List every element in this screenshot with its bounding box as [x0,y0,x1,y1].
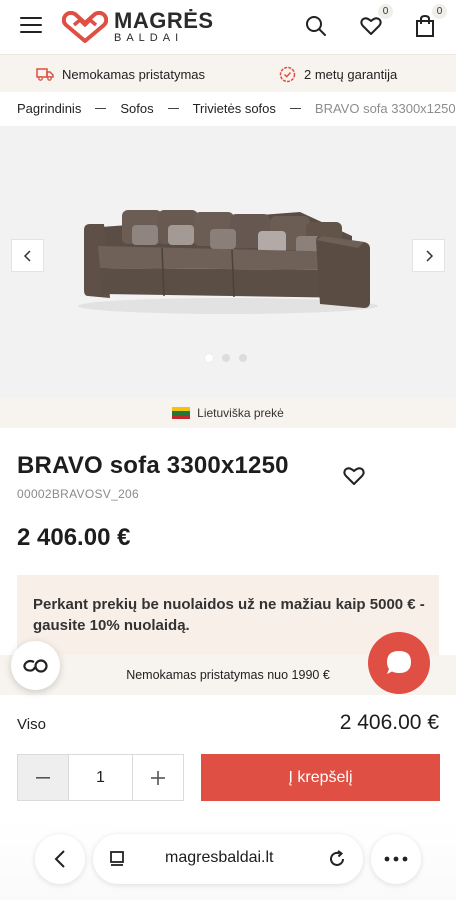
quantity-stepper: 1 [17,754,184,801]
product-gallery[interactable] [0,126,456,398]
benefit-shipping: Nemokamas pristatymas [36,55,205,93]
quantity-decrease-button[interactable] [18,755,69,800]
wishlist-button[interactable]: 0 [358,4,393,39]
chevron-left-icon [23,249,31,262]
chat-bubble-icon [387,651,411,674]
origin-label: Lietuviška prekė [197,406,284,420]
breadcrumb-home[interactable]: Pagrindinis [17,101,81,116]
browser-back-button[interactable] [35,834,85,884]
origin-bar: Lietuviška prekė [0,398,456,428]
benefits-bar: Nemokamas pristatymas 2 metų garantija [0,54,456,92]
quantity-increase-button[interactable] [132,755,183,800]
menu-icon[interactable] [20,17,42,33]
benefit-warranty-label: 2 metų garantija [304,66,398,82]
logo-main-text: MAGRĖS [114,8,214,33]
add-to-wishlist-button[interactable] [343,466,365,491]
chat-button[interactable] [368,632,430,694]
benefit-shipping-label: Nemokamas pristatymas [62,66,206,82]
breadcrumb-trivietes[interactable]: Trivietės sofos [193,101,276,116]
plus-icon [151,770,165,785]
total-label: Viso [17,716,46,733]
browser-toolbar: magresbaldai.lt [0,820,456,900]
gallery-prev-button[interactable] [11,239,44,272]
benefit-warranty: 2 metų garantija [279,55,397,93]
more-dots-icon [384,856,408,862]
cart-count-badge: 0 [432,4,447,19]
product-price: 2 406.00 € [17,524,131,551]
add-to-cart-button[interactable]: Į krepšelį [201,754,440,801]
breadcrumb-current: BRAVO sofa 3300x1250 [314,100,456,116]
minus-icon [36,776,50,779]
truck-icon [36,68,54,81]
heart-icon [343,467,365,485]
site-header: MAGRĖS BALDAI 0 0 [0,0,456,54]
cookie-settings-button[interactable] [11,641,60,690]
logo-sub-text: BALDAI [114,32,184,44]
gallery-dot[interactable] [239,354,247,362]
cookie-icon [22,658,48,673]
quantity-input[interactable]: 1 [69,755,132,800]
gallery-dot[interactable] [205,354,213,362]
wishlist-count-badge: 0 [378,4,393,19]
browser-url: magresbaldai.lt [165,849,274,866]
cart-button[interactable]: 0 [412,4,447,39]
gallery-next-button[interactable] [412,239,445,272]
promo-text: Perkant prekių be nuolaidos už ne mažiau… [33,596,425,634]
site-logo[interactable]: MAGRĖS BALDAI [62,10,214,44]
reload-icon[interactable] [327,849,347,869]
product-sku: 00002BRAVOSV_206 [17,487,139,501]
total-value: 2 406.00 € [339,711,439,734]
breadcrumb-separator [95,107,107,109]
search-icon[interactable] [303,13,329,39]
breadcrumb: Pagrindinis Sofos Trivietės sofos BRAVO … [17,100,456,116]
breadcrumb-separator [289,107,301,109]
gallery-dot[interactable] [222,354,230,362]
shipping-info-text: Nemokamas pristatymas nuo 1990 € [126,668,330,682]
gallery-dots [205,354,247,362]
badge-check-icon [279,66,296,82]
chevron-right-icon [425,249,433,262]
browser-more-button[interactable] [371,834,421,884]
browser-address-bar[interactable]: magresbaldai.lt [93,834,363,884]
breadcrumb-separator [167,107,179,109]
tabs-icon[interactable] [109,850,127,868]
product-title: BRAVO sofa 3300x1250 [17,452,289,479]
lithuania-flag-icon [172,407,191,419]
logo-heart-icon [62,11,108,43]
chevron-left-icon [54,850,65,868]
breadcrumb-sofos[interactable]: Sofos [120,101,153,116]
